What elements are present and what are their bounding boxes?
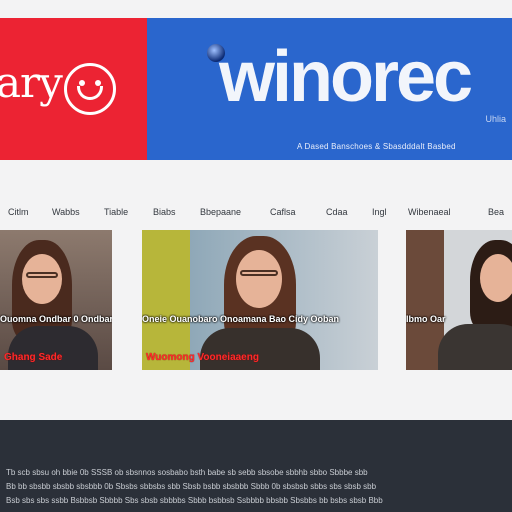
nav-item[interactable]: Tiable	[104, 205, 128, 219]
footer-text: Tb scb sbsu oh bbie 0b SSSB ob sbsnnos s…	[6, 468, 368, 477]
footer-text: Bb bb sbsbb sbsbb sbsbbb 0b Sbsbs sbbsbs…	[6, 482, 377, 491]
nav-item[interactable]: Wibenaeal	[408, 205, 451, 219]
photo-caption: Oneie Ouanobaro Onoamana Bao Cidy Ooban	[142, 314, 340, 324]
photo-tag[interactable]: Wuomong Vooneiaaeng	[146, 352, 259, 363]
person-figure	[200, 236, 320, 370]
nav-item[interactable]: Wabbs	[52, 205, 80, 219]
smiley-logo-icon	[64, 63, 116, 115]
brand-panel[interactable]: winorec Uhlia A Dased Banschoes & Sbasdd…	[147, 18, 512, 160]
brand-tagline: A Dased Banschoes & Sbasdddalt Basbed	[297, 142, 456, 151]
photo-tag[interactable]: Ghang Sade	[4, 352, 62, 363]
nav-item[interactable]: Bea	[488, 205, 504, 219]
brand-name: winorec	[219, 37, 473, 117]
brand-subtitle: Uhlia	[485, 114, 506, 124]
main-nav: Citlm Wabbs Tiable Biabs Bbepaane Caflsa…	[0, 205, 512, 221]
nav-item[interactable]: Biabs	[153, 205, 176, 219]
person-figure	[8, 240, 98, 370]
photo-caption: Ouomna Ondbar 0 Ondbar	[0, 314, 112, 324]
footer-text: Bsb sbs sbs ssbb Bsbbsb Sbbbb Sbs sbsb s…	[6, 496, 383, 505]
nav-item[interactable]: Ingl	[372, 205, 387, 219]
nav-item[interactable]: Citlm	[8, 205, 29, 219]
page: ary winorec Uhlia A Dased Banschoes & Sb…	[0, 0, 512, 512]
nav-item[interactable]: Caflsa	[270, 205, 296, 219]
logo-text: ary	[0, 58, 63, 107]
person-figure	[424, 240, 512, 370]
gallery-tile[interactable]: Oneie Ouanobaro Onoamana Bao Cidy Ooban …	[142, 230, 378, 370]
photo-caption: Ibmo Oar	[406, 314, 446, 324]
gallery-tile[interactable]: Ibmo Oar	[406, 230, 512, 370]
header-banner: ary winorec Uhlia A Dased Banschoes & Sb…	[0, 18, 512, 160]
logo-panel[interactable]: ary	[0, 18, 147, 160]
nav-item[interactable]: Cdaa	[326, 205, 348, 219]
gallery-tile[interactable]: Ouomna Ondbar 0 Ondbar Ghang Sade	[0, 230, 112, 370]
photo-gallery: Ouomna Ondbar 0 Ondbar Ghang Sade Oneie …	[0, 230, 512, 370]
nav-item[interactable]: Bbepaane	[200, 205, 241, 219]
footer: Tb scb sbsu oh bbie 0b SSSB ob sbsnnos s…	[0, 420, 512, 512]
